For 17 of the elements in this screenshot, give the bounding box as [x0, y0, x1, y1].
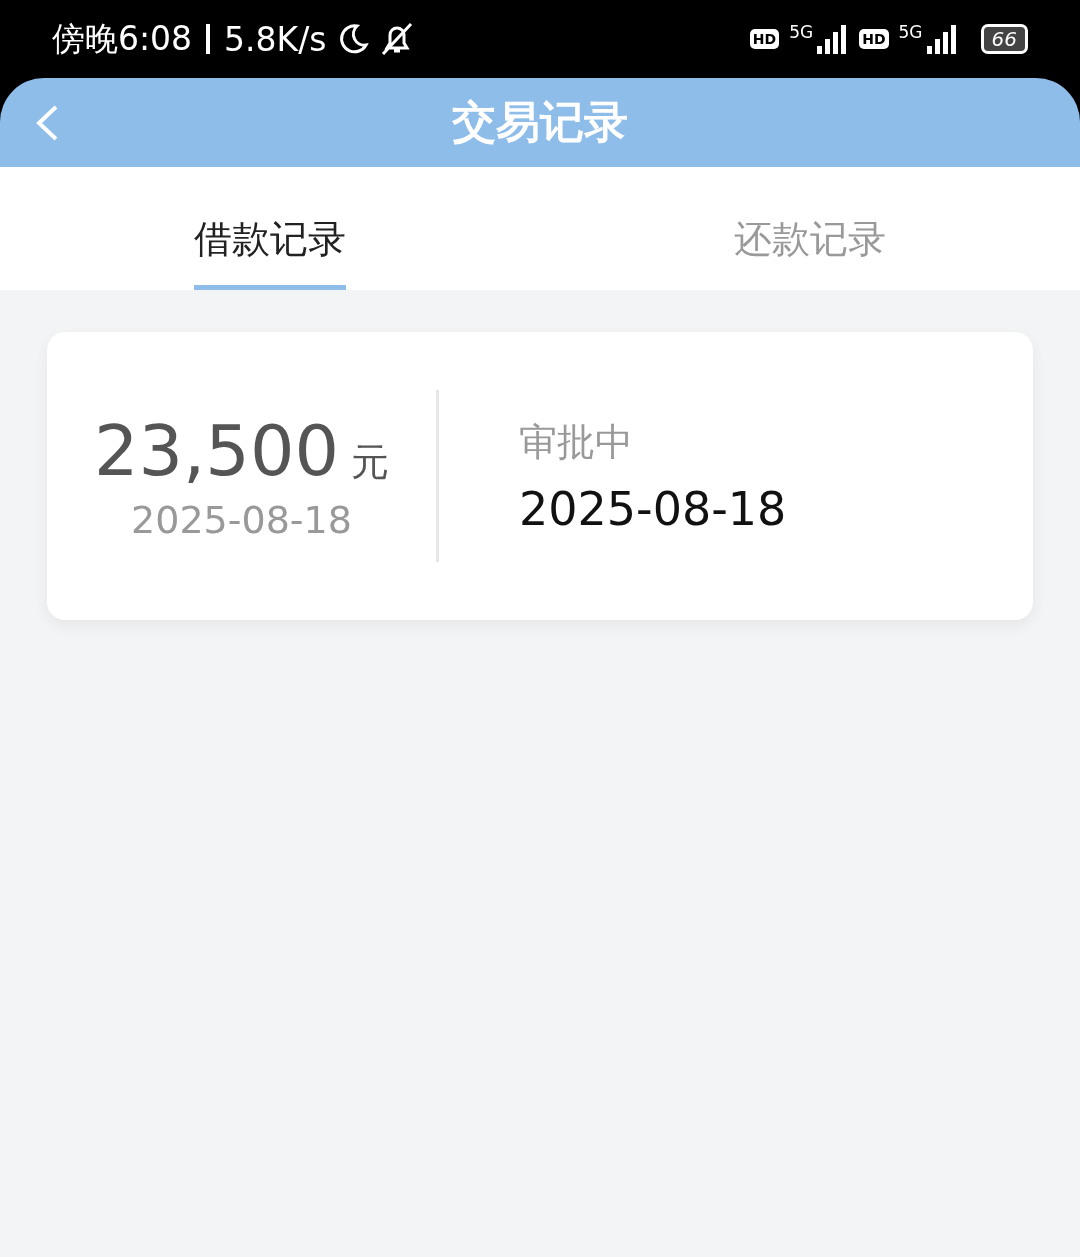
signal-icon — [924, 24, 959, 54]
record-card[interactable]: 23,500 元 2025-08-18 审批中 2025-08-18 — [47, 332, 1033, 620]
network-type: 5G — [789, 22, 814, 42]
tab[interactable]: 借款记录 — [194, 167, 346, 290]
page-title: 交易记录 — [452, 95, 628, 149]
back-icon[interactable] — [34, 104, 60, 142]
hd-badge: HD — [859, 29, 889, 49]
hd-badge: HD — [749, 29, 780, 49]
battery-level: 66 — [980, 24, 1028, 54]
record-date: 2025-08-18 — [131, 498, 352, 542]
network-type: 5G — [898, 22, 923, 42]
currency-unit: 元 — [350, 439, 389, 486]
status-date: 2025-08-18 — [519, 481, 787, 536]
status-time: 傍晚6:08 — [52, 17, 193, 60]
network-speed: 5.8K/s — [224, 19, 327, 59]
amount: 23,500 — [94, 410, 339, 492]
record-status: 审批中 — [519, 418, 634, 466]
